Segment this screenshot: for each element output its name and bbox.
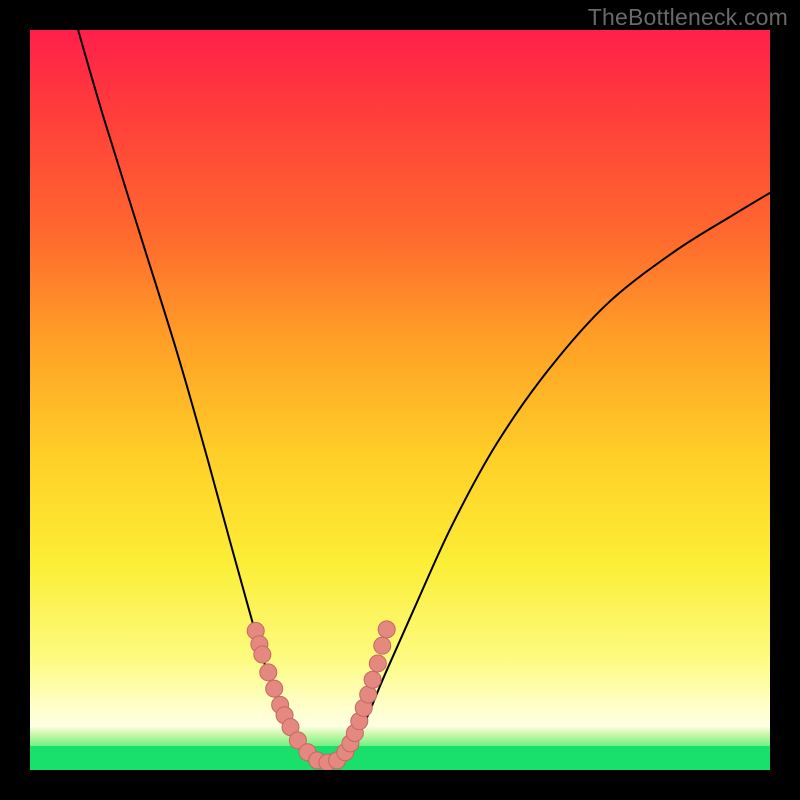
chart-container: TheBottleneck.com — [0, 0, 800, 800]
plot-area — [30, 30, 770, 770]
watermark-text: TheBottleneck.com — [588, 4, 788, 31]
marker-dots — [247, 621, 395, 770]
marker-dot — [254, 646, 271, 663]
marker-dot — [378, 621, 395, 638]
marker-dot — [260, 664, 277, 681]
marker-dot — [266, 680, 283, 697]
marker-dot — [364, 671, 381, 688]
marker-dot — [374, 637, 391, 654]
v-curve-path — [78, 30, 770, 767]
bottleneck-curve — [78, 30, 770, 767]
marker-dot — [369, 655, 386, 672]
curve-overlay — [30, 30, 770, 770]
